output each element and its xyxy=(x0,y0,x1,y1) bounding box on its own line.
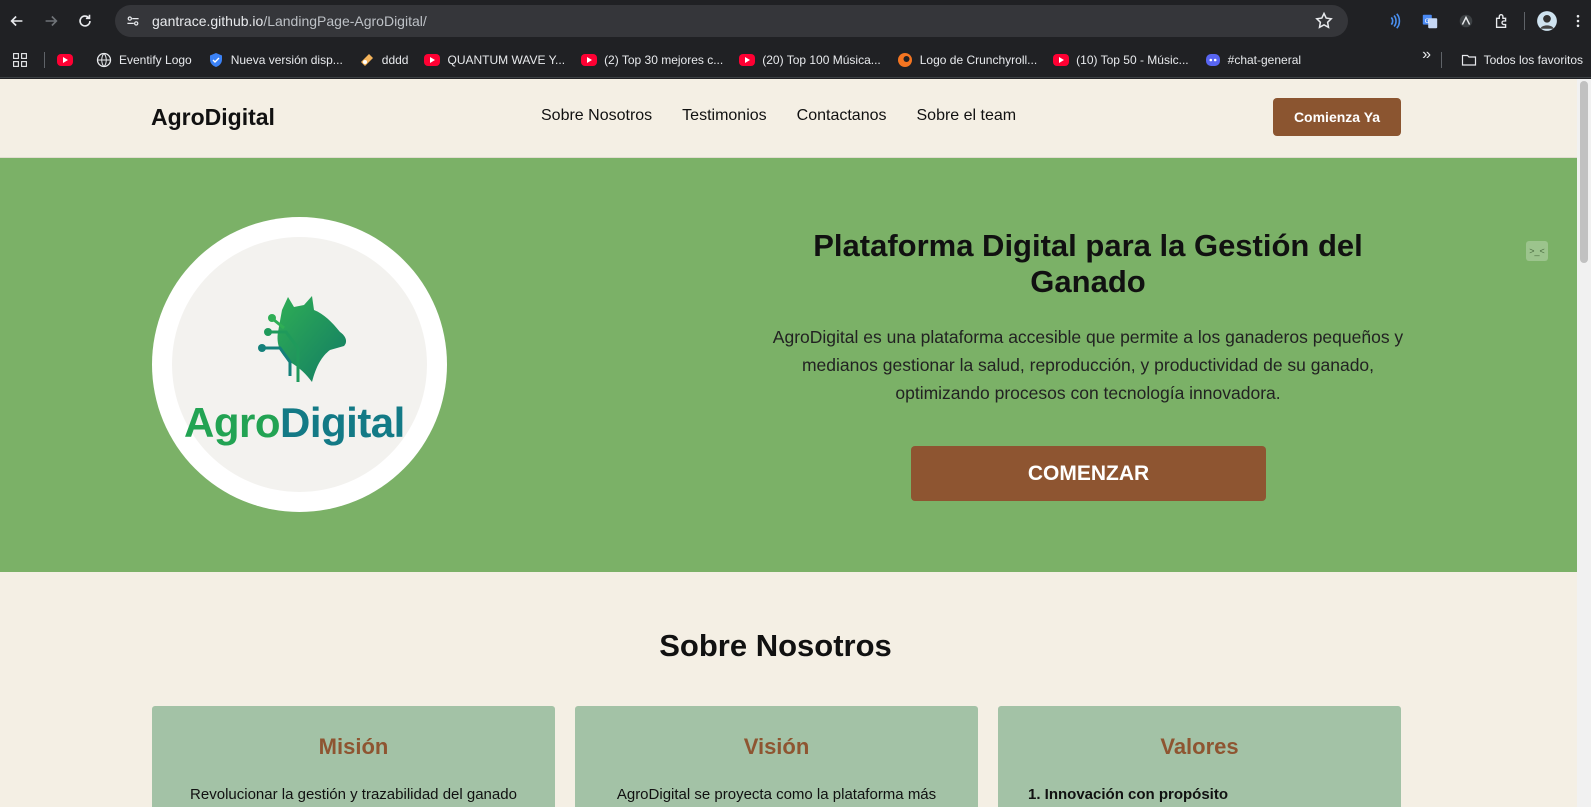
nav-link-testimonios[interactable]: Testimonios xyxy=(682,107,766,125)
hero-logo-inner: AgroDigital xyxy=(172,237,427,492)
nav-link-contactanos[interactable]: Contactanos xyxy=(797,107,887,125)
menu-kebab-icon[interactable] xyxy=(1565,3,1591,39)
hero-logo-badge: AgroDigital xyxy=(152,217,447,512)
crunchyroll-icon xyxy=(897,52,912,67)
hero-section: AgroDigital Plataforma Digital para la G… xyxy=(0,158,1577,572)
bookmark-label: (2) Top 30 mejores c... xyxy=(604,52,724,67)
shield-icon xyxy=(209,52,222,67)
toolbar-separator xyxy=(1524,12,1525,30)
comenzar-button[interactable]: COMENZAR xyxy=(911,446,1266,501)
vision-card: Visión AgroDigital se proyecta como la p… xyxy=(575,706,978,807)
bookmark-icon xyxy=(360,53,373,66)
bookmark-item[interactable]: (10) Top 50 - Músic... xyxy=(1045,46,1197,74)
youtube-icon xyxy=(739,53,756,66)
puzzle-extensions-icon[interactable] xyxy=(1484,3,1520,39)
arrow-left-icon xyxy=(10,15,23,27)
bookmark-label: #chat-general xyxy=(1227,52,1302,67)
nav-link-sobre-nosotros[interactable]: Sobre Nosotros xyxy=(541,107,652,125)
card-title: Visión xyxy=(743,734,810,759)
folder-icon xyxy=(1461,54,1476,66)
extensions-area: G xyxy=(1376,0,1591,42)
arrow-right-icon xyxy=(45,15,58,27)
site-header: AgroDigital Sobre Nosotros Testimonios C… xyxy=(0,79,1577,158)
comienza-ya-button[interactable]: Comienza Ya xyxy=(1273,98,1401,136)
hero-logo-wordmark: AgroDigital xyxy=(184,399,405,447)
main-nav: Sobre Nosotros Testimonios Contactanos S… xyxy=(541,107,1016,125)
bookmark-label: (10) Top 50 - Músic... xyxy=(1076,52,1189,67)
card-text: Revolucionar la gestión y trazabilidad d… xyxy=(190,786,517,803)
bookmark-star-icon[interactable] xyxy=(1314,11,1334,31)
url-path: /LandingPage-AgroDigital/ xyxy=(263,13,427,29)
bookmark-item[interactable]: (2) Top 30 mejores c... xyxy=(573,46,731,74)
discord-icon xyxy=(1205,53,1220,66)
site-logo[interactable]: AgroDigital xyxy=(151,104,275,131)
card-text: AgroDigital se proyecta como la platafor… xyxy=(616,786,937,803)
profile-avatar-icon[interactable] xyxy=(1529,3,1565,39)
bookmarks-separator xyxy=(1441,52,1442,68)
valores-card: Valores 1. Innovación con propósito xyxy=(998,706,1401,807)
reload-button[interactable] xyxy=(68,4,102,38)
youtube-icon xyxy=(581,53,598,66)
wordmark-agro: Agro xyxy=(184,399,281,446)
url-text: gantrace.github.io/LandingPage-AgroDigit… xyxy=(152,13,427,29)
bookmark-item[interactable]: dddd xyxy=(351,46,417,74)
scrollbar-thumb[interactable] xyxy=(1580,81,1588,263)
bookmark-item[interactable]: #chat-general xyxy=(1197,46,1309,74)
apps-grid-icon[interactable] xyxy=(0,46,40,74)
bookmark-label: QUANTUM WAVE Y... xyxy=(447,52,566,67)
hero-title: Plataforma Digital para la Gestión del G… xyxy=(813,228,1363,299)
address-bar[interactable]: gantrace.github.io/LandingPage-AgroDigit… xyxy=(115,5,1348,37)
url-host: gantrace.github.io xyxy=(152,13,264,29)
reload-icon xyxy=(79,14,91,27)
bookmark-label: dddd xyxy=(381,52,409,67)
youtube-icon xyxy=(424,53,441,66)
bookmark-item[interactable]: (20) Top 100 Música... xyxy=(731,46,889,74)
page-scrollbar[interactable] xyxy=(1577,79,1591,807)
translate-extension-icon[interactable]: G xyxy=(1412,3,1448,39)
svg-text:G: G xyxy=(1425,18,1430,25)
forward-button[interactable] xyxy=(34,4,68,38)
bookmark-item[interactable]: QUANTUM WAVE Y... xyxy=(416,46,573,74)
more-bookmarks-chevron-icon[interactable]: » xyxy=(1422,46,1431,64)
youtube-icon xyxy=(1053,53,1070,66)
all-bookmarks-label: Todos los favoritos xyxy=(1483,53,1583,67)
adblock-extension-icon[interactable] xyxy=(1448,3,1484,39)
wordmark-digital: Digital xyxy=(280,399,405,446)
all-bookmarks-folder[interactable]: Todos los favoritos xyxy=(1453,46,1591,74)
cow-circuit-icon xyxy=(258,296,347,382)
bookmark-item[interactable]: Eventify Logo xyxy=(88,46,200,74)
bookmarks-bar: Eventify Logo Nueva versión disp... dddd… xyxy=(0,42,1591,78)
bookmark-label: Eventify Logo xyxy=(119,52,192,67)
bookmark-youtube[interactable] xyxy=(49,46,88,74)
hero-description: AgroDigital es una plataforma accesible … xyxy=(772,327,1404,403)
bookmark-label: Logo de Crunchyroll... xyxy=(919,52,1038,67)
about-section-title: Sobre Nosotros xyxy=(659,628,892,663)
browser-toolbar: gantrace.github.io/LandingPage-AgroDigit… xyxy=(0,0,1591,42)
youtube-icon xyxy=(57,53,73,66)
bookmark-label: (20) Top 100 Música... xyxy=(762,52,881,67)
bookmark-item[interactable]: Logo de Crunchyroll... xyxy=(889,46,1045,74)
site-info-icon[interactable] xyxy=(118,6,148,36)
bookmark-label: Nueva versión disp... xyxy=(230,52,343,67)
card-title: Misión xyxy=(318,734,389,759)
nav-link-sobre-el-team[interactable]: Sobre el team xyxy=(917,107,1017,125)
mision-card: Misión Revolucionar la gestión y trazabi… xyxy=(152,706,555,807)
bookmarks-separator xyxy=(44,51,45,68)
globe-icon xyxy=(96,52,112,67)
side-panel-toggle-icon[interactable]: >_< xyxy=(1526,241,1548,261)
back-button[interactable] xyxy=(0,4,34,38)
bookmark-item[interactable]: Nueva versión disp... xyxy=(200,46,351,74)
page-viewport: AgroDigital Sobre Nosotros Testimonios C… xyxy=(0,79,1591,807)
card-text: 1. Innovación con propósito xyxy=(1028,786,1229,803)
wifi-extension-icon[interactable] xyxy=(1376,3,1412,39)
card-title: Valores xyxy=(1160,734,1239,759)
